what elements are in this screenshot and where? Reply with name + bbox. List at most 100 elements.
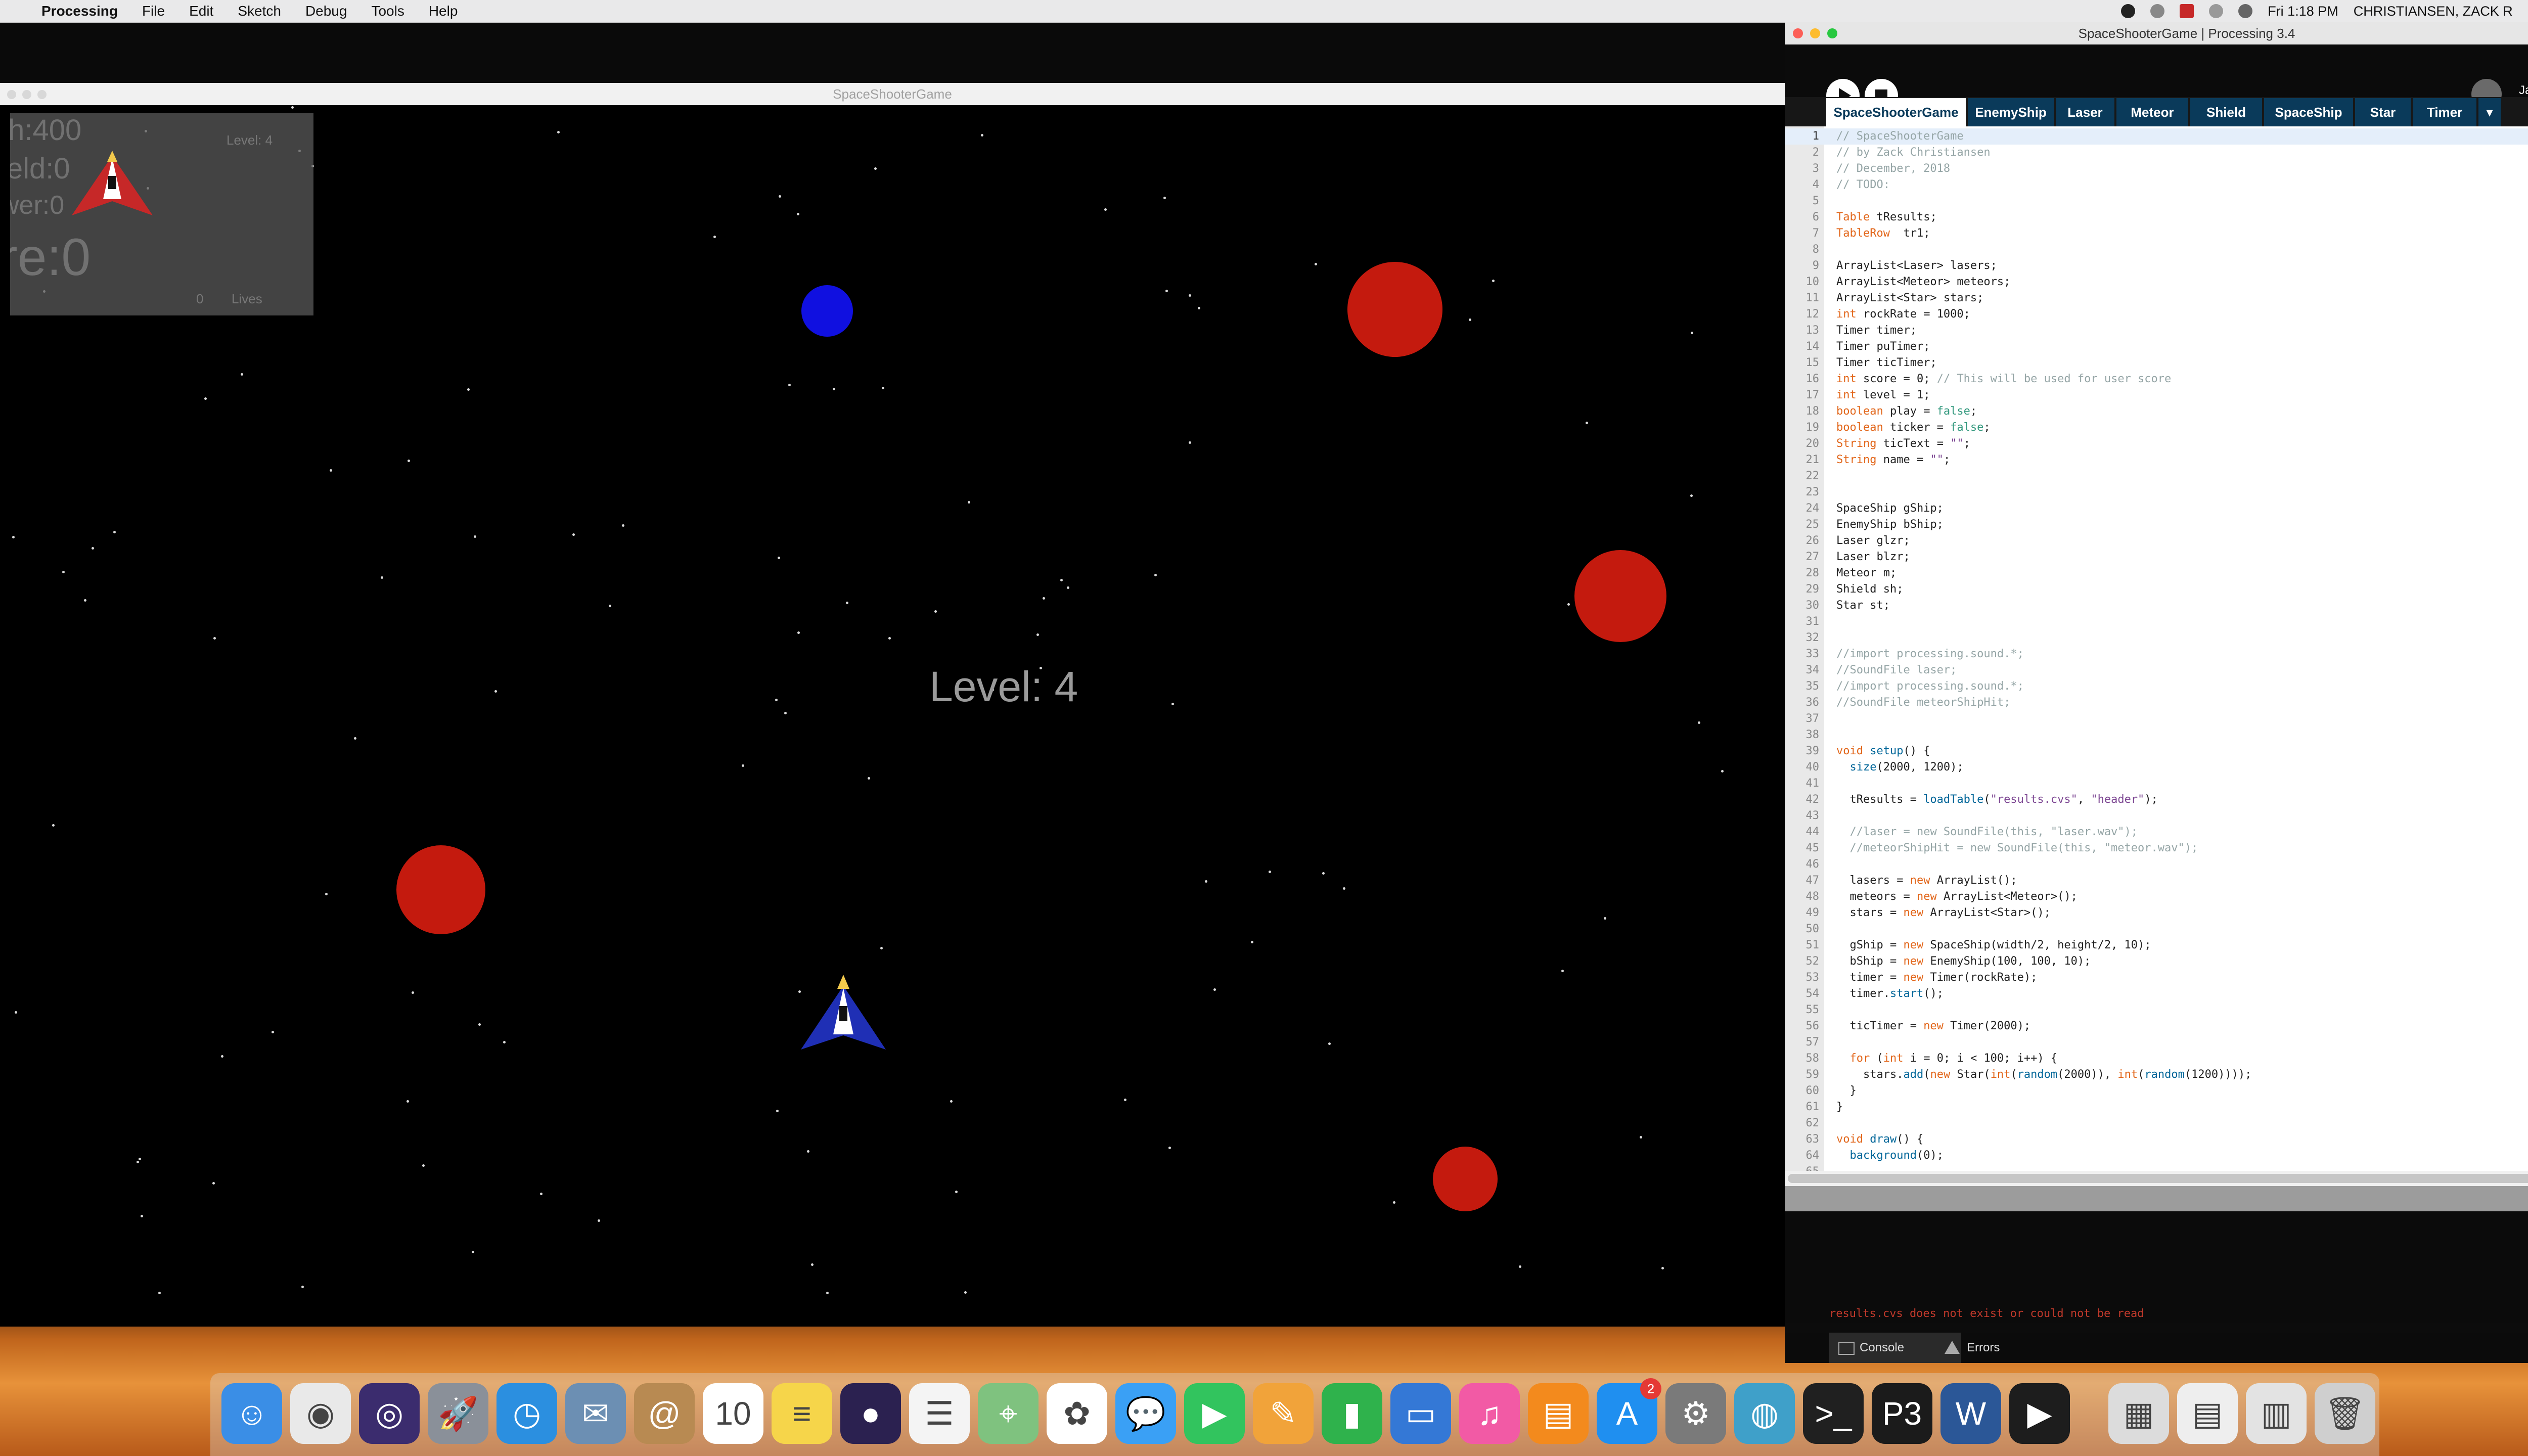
code-line[interactable]: 47 lasers = new ArrayList();	[1785, 873, 2528, 889]
processing-icon[interactable]: P3	[1872, 1383, 1932, 1444]
notes-icon[interactable]: ≡	[772, 1383, 832, 1444]
menu-file[interactable]: File	[142, 3, 165, 19]
code-line[interactable]: 48 meteors = new ArrayList<Meteor>();	[1785, 889, 2528, 905]
itunes-icon[interactable]: ♫	[1459, 1383, 1520, 1444]
code-line[interactable]: 1 // SpaceShooterGame	[1785, 128, 2528, 145]
console-pane[interactable]	[1785, 1211, 2528, 1323]
preview-icon[interactable]: ✉	[565, 1383, 626, 1444]
scroll-thumb[interactable]	[1788, 1174, 2528, 1183]
document-stack-icon[interactable]: ▤	[2177, 1383, 2238, 1444]
code-line[interactable]: 8	[1785, 242, 2528, 258]
code-line[interactable]: 59 stars.add(new Star(int(random(2000)),…	[1785, 1067, 2528, 1083]
tab-shield[interactable]: Shield	[2190, 98, 2262, 126]
code-line[interactable]: 3 // December, 2018	[1785, 161, 2528, 177]
tab-meteor[interactable]: Meteor	[2116, 98, 2188, 126]
menu-app-name[interactable]: Processing	[41, 3, 118, 19]
code-line[interactable]: 29 Shield sh;	[1785, 581, 2528, 598]
status-eye-icon[interactable]	[2121, 4, 2136, 18]
folder-stack-icon[interactable]: ▥	[2246, 1383, 2307, 1444]
code-line[interactable]: 21 String name = "";	[1785, 452, 2528, 468]
code-line[interactable]: 46	[1785, 856, 2528, 873]
code-line[interactable]: 30 Star st;	[1785, 598, 2528, 614]
code-line[interactable]: 12 int rockRate = 1000;	[1785, 306, 2528, 323]
code-line[interactable]: 54 timer.start();	[1785, 986, 2528, 1002]
chrome-icon[interactable]: ◉	[290, 1383, 351, 1444]
zoom-icon[interactable]	[1827, 28, 1837, 38]
menu-help[interactable]: Help	[429, 3, 458, 19]
code-line[interactable]: 27 Laser blzr;	[1785, 549, 2528, 565]
zoom-icon[interactable]	[37, 90, 47, 99]
close-icon[interactable]	[1793, 28, 1803, 38]
code-line[interactable]: 40 size(2000, 1200);	[1785, 759, 2528, 776]
wifi-icon[interactable]	[2238, 4, 2253, 18]
menu-edit[interactable]: Edit	[189, 3, 213, 19]
trash-icon[interactable]: 🗑	[2315, 1383, 2375, 1444]
code-line[interactable]: 11 ArrayList<Star> stars;	[1785, 290, 2528, 306]
code-line[interactable]: 64 background(0);	[1785, 1148, 2528, 1164]
terminal-icon[interactable]: >_	[1803, 1383, 1864, 1444]
numbers-icon[interactable]: ▮	[1322, 1383, 1382, 1444]
pages-icon[interactable]: ✎	[1253, 1383, 1314, 1444]
ibooks-icon[interactable]: ▤	[1528, 1383, 1589, 1444]
menu-clock[interactable]: Fri 1:18 PM	[2268, 4, 2338, 19]
code-line[interactable]: 31	[1785, 614, 2528, 630]
code-line[interactable]: 55	[1785, 1002, 2528, 1018]
menu-user[interactable]: CHRISTIANSEN, ZACK R	[2354, 4, 2513, 19]
quicktime-icon[interactable]: ▶	[2009, 1383, 2070, 1444]
code-line[interactable]: 25 EnemyShip bShip;	[1785, 517, 2528, 533]
code-line[interactable]: 22	[1785, 468, 2528, 484]
tab-errors[interactable]: Errors	[1936, 1333, 2068, 1363]
mode-selector[interactable]: Java ▾	[2519, 83, 2528, 98]
code-line[interactable]: 14 Timer puTimer;	[1785, 339, 2528, 355]
code-line[interactable]: 39 void setup() {	[1785, 743, 2528, 759]
code-line[interactable]: 42 tResults = loadTable("results.cvs", "…	[1785, 792, 2528, 808]
code-line[interactable]: 4 // TODO:	[1785, 177, 2528, 193]
word-icon[interactable]: W	[1940, 1383, 2001, 1444]
code-line[interactable]: 44 //laser = new SoundFile(this, "laser.…	[1785, 824, 2528, 840]
code-line[interactable]: 16 int score = 0; // This will be used fo…	[1785, 371, 2528, 387]
code-line[interactable]: 13 Timer timer;	[1785, 323, 2528, 339]
safari-icon[interactable]: ◷	[496, 1383, 557, 1444]
code-line[interactable]: 35 //import processing.sound.*;	[1785, 678, 2528, 695]
messages-icon[interactable]: 💬	[1115, 1383, 1176, 1444]
minimize-icon[interactable]	[22, 90, 31, 99]
downloads-stack-icon[interactable]: ▦	[2108, 1383, 2169, 1444]
tabs-overflow-menu[interactable]: ▾	[2478, 98, 2501, 126]
code-line[interactable]: 51 gShip = new SpaceShip(width/2, height…	[1785, 937, 2528, 953]
tab-timer[interactable]: Timer	[2413, 98, 2476, 126]
code-line[interactable]: 32	[1785, 630, 2528, 646]
code-line[interactable]: 38	[1785, 727, 2528, 743]
code-line[interactable]: 10 ArrayList<Meteor> meteors;	[1785, 274, 2528, 290]
code-editor[interactable]: 1 // SpaceShooterGame 2 // by Zack Christia…	[1785, 126, 2528, 1171]
code-line[interactable]: 24 SpaceShip gShip;	[1785, 500, 2528, 517]
reminders-icon[interactable]: ☰	[909, 1383, 970, 1444]
minimize-icon[interactable]	[1810, 28, 1820, 38]
code-line[interactable]: 6 Table tResults;	[1785, 209, 2528, 225]
code-line[interactable]: 36 //SoundFile meteorShipHit;	[1785, 695, 2528, 711]
code-line[interactable]: 23	[1785, 484, 2528, 500]
code-line[interactable]: 43	[1785, 808, 2528, 824]
menu-sketch[interactable]: Sketch	[238, 3, 281, 19]
keynote-icon[interactable]: ▭	[1390, 1383, 1451, 1444]
tab-spaceship[interactable]: SpaceShip	[2264, 98, 2353, 126]
code-line[interactable]: 2 // by Zack Christiansen	[1785, 145, 2528, 161]
calendar-icon[interactable]: 10	[703, 1383, 763, 1444]
code-line[interactable]: 26 Laser glzr;	[1785, 533, 2528, 549]
code-line[interactable]: 62	[1785, 1115, 2528, 1131]
siri-icon[interactable]: ◎	[359, 1383, 420, 1444]
code-line[interactable]: 37	[1785, 711, 2528, 727]
code-line[interactable]: 34 //SoundFile laser;	[1785, 662, 2528, 678]
code-line[interactable]: 57	[1785, 1034, 2528, 1051]
code-line[interactable]: 18 boolean play = false;	[1785, 403, 2528, 420]
code-line[interactable]: 9 ArrayList<Laser> lasers;	[1785, 258, 2528, 274]
sketch-window-titlebar[interactable]: SpaceShooterGame	[0, 83, 1785, 105]
code-line[interactable]: 20 String ticText = "";	[1785, 436, 2528, 452]
photos-icon[interactable]: ✿	[1047, 1383, 1107, 1444]
code-line[interactable]: 41	[1785, 776, 2528, 792]
code-line[interactable]: 49 stars = new ArrayList<Star>();	[1785, 905, 2528, 921]
editor-horizontal-scrollbar[interactable]	[1785, 1171, 2528, 1186]
code-line[interactable]: 5	[1785, 193, 2528, 209]
status-app-icon[interactable]	[2180, 4, 2194, 18]
code-line[interactable]: 17 int level = 1;	[1785, 387, 2528, 403]
code-line[interactable]: 56 ticTimer = new Timer(2000);	[1785, 1018, 2528, 1034]
